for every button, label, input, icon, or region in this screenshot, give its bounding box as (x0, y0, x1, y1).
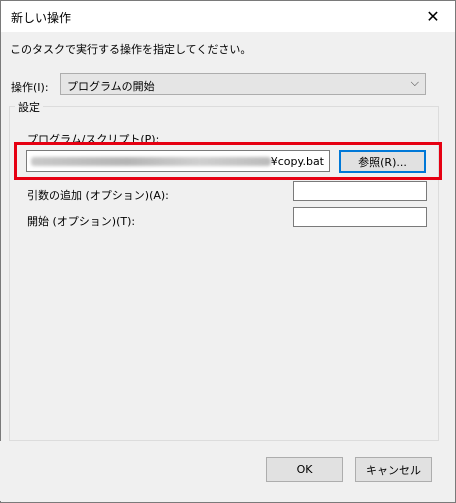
arguments-input[interactable] (293, 181, 427, 201)
operation-select[interactable]: プログラムの開始 ⌵ (60, 73, 426, 95)
start-in-label: 開始 (オプション)(T): (27, 215, 136, 228)
instruction-text: このタスクで実行する操作を指定してください。 (10, 43, 252, 56)
start-in-input[interactable] (293, 207, 427, 227)
close-icon: ✕ (426, 7, 440, 26)
window-title: 新しい操作 (11, 11, 72, 25)
cancel-button[interactable]: キャンセル (355, 457, 432, 482)
operation-value: プログラムの開始 (67, 80, 155, 93)
ok-button[interactable]: OK (266, 457, 343, 482)
chevron-down-icon: ⌵ (410, 76, 419, 89)
operation-label: 操作(I): (11, 81, 49, 94)
settings-group-label: 設定 (15, 99, 43, 115)
arguments-label: 引数の追加 (オプション)(A): (27, 189, 169, 202)
title-bar: 新しい操作 ✕ (1, 1, 455, 32)
close-button[interactable]: ✕ (411, 1, 455, 32)
highlight-box (14, 142, 442, 180)
